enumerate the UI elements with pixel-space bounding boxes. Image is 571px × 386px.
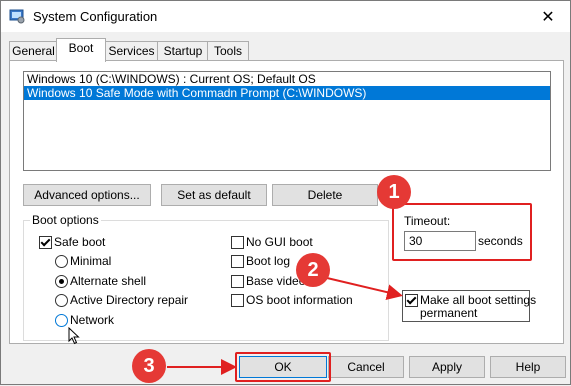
tab-boot[interactable]: Boot (56, 38, 106, 62)
system-configuration-window: System Configuration ✕ General Boot Serv… (0, 0, 571, 385)
annotation-badge-3: 3 (132, 349, 166, 383)
arrow-to-permanent-checkbox (326, 277, 403, 301)
annotation-badge-1: 1 (377, 175, 411, 209)
annotation-badge-2: 2 (296, 253, 330, 287)
